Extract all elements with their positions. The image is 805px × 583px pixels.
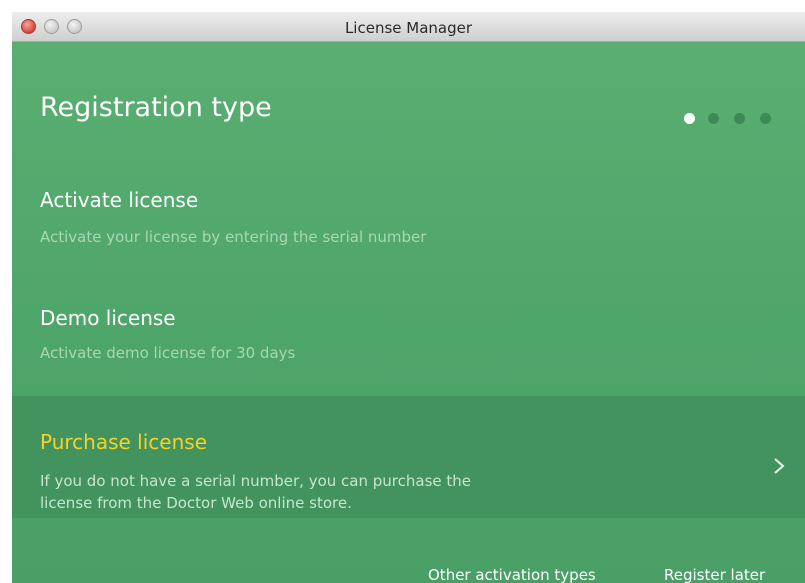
option-activate-license[interactable]: Activate license Activate your license b…: [12, 170, 805, 270]
main-content: Registration type Activate license Activ…: [12, 42, 805, 583]
step-dot-3: [734, 113, 745, 124]
step-dot-4: [760, 113, 771, 124]
title-bar: License Manager: [12, 12, 805, 42]
option-demo-license[interactable]: Demo license Activate demo license for 3…: [12, 288, 805, 388]
license-manager-window: License Manager Registration type Activa…: [12, 12, 805, 583]
option-title: Demo license: [40, 306, 176, 330]
page-title: Registration type: [40, 92, 272, 123]
other-activation-types-link[interactable]: Other activation types: [428, 566, 596, 583]
option-description-line-2: license from the Doctor Web online store…: [40, 494, 352, 512]
option-description: Activate your license by entering the se…: [40, 228, 427, 246]
step-dot-2: [708, 113, 719, 124]
window-title: License Manager: [344, 19, 473, 37]
option-description: Activate demo license for 30 days: [40, 344, 296, 362]
option-description: If you do not have a serial number, you …: [40, 470, 600, 514]
option-title: Purchase license: [40, 430, 207, 454]
chevron-right-icon: [774, 458, 785, 474]
option-purchase-license[interactable]: Purchase license If you do not have a se…: [12, 396, 805, 518]
step-dot-1: [684, 113, 695, 124]
option-description-line-1: If you do not have a serial number, you …: [40, 472, 472, 490]
option-title: Activate license: [40, 188, 199, 212]
register-later-link[interactable]: Register later: [664, 566, 765, 583]
